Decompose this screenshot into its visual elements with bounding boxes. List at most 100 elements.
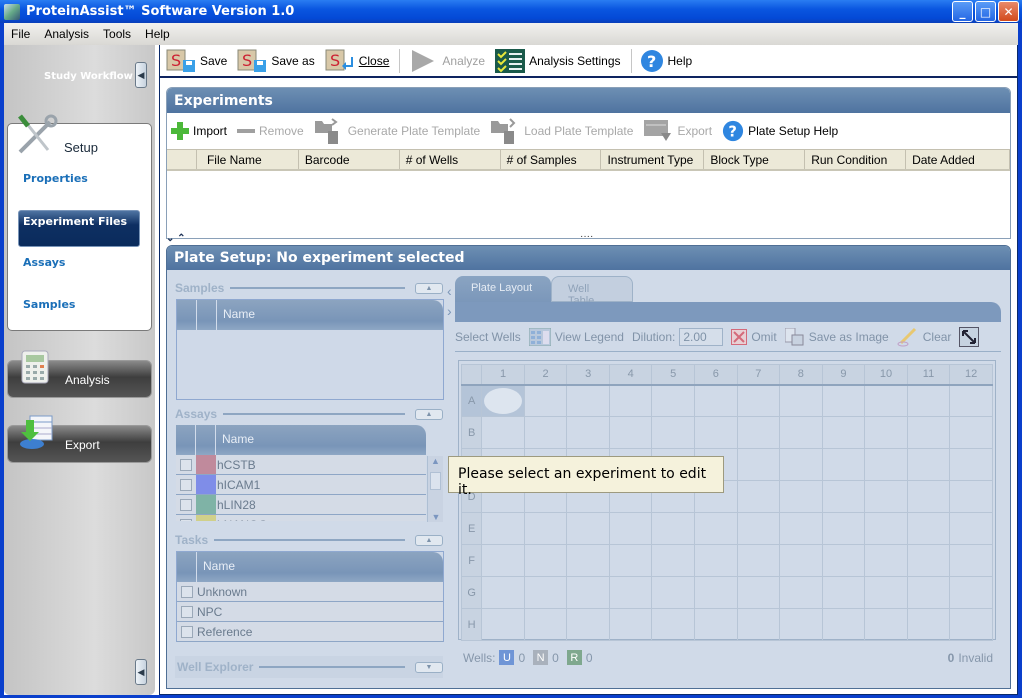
tasks-name-header[interactable]: Name bbox=[197, 552, 241, 582]
well[interactable] bbox=[864, 416, 908, 449]
well[interactable] bbox=[566, 416, 610, 449]
row-header[interactable]: H bbox=[460, 608, 483, 641]
well[interactable] bbox=[694, 384, 738, 417]
collapse-tasks-button[interactable]: ▲ bbox=[415, 534, 443, 546]
scroll-down-icon[interactable]: ▼ bbox=[428, 512, 444, 522]
well[interactable] bbox=[566, 544, 610, 577]
well[interactable] bbox=[651, 576, 695, 609]
well[interactable] bbox=[864, 608, 908, 641]
well[interactable] bbox=[736, 608, 781, 641]
tab-well-table[interactable]: Well Table bbox=[551, 276, 633, 307]
clear-button[interactable]: Clear bbox=[897, 327, 951, 347]
well[interactable] bbox=[949, 480, 993, 513]
sidebar-item-samples[interactable]: Samples bbox=[23, 298, 75, 311]
well[interactable] bbox=[906, 512, 951, 545]
well[interactable] bbox=[821, 576, 866, 609]
well[interactable] bbox=[608, 544, 653, 577]
column-header-run-condition[interactable]: Run Condition bbox=[805, 150, 907, 169]
well[interactable] bbox=[736, 480, 781, 513]
scroll-thumb[interactable] bbox=[430, 472, 441, 490]
column-header-file-name[interactable]: File Name bbox=[197, 150, 299, 169]
well[interactable] bbox=[608, 384, 653, 417]
task-checkbox[interactable] bbox=[181, 625, 193, 638]
sidebar-collapse-bottom-button[interactable]: ◀ bbox=[135, 659, 147, 685]
expand-collapse-arrows-icon[interactable]: ⌄ ⌃ bbox=[166, 233, 186, 244]
column-header-instrument-type[interactable]: Instrument Type bbox=[601, 150, 705, 169]
well[interactable] bbox=[821, 384, 866, 417]
well[interactable] bbox=[608, 512, 653, 545]
well[interactable] bbox=[906, 608, 951, 641]
well[interactable] bbox=[864, 384, 908, 417]
expand-view-button[interactable] bbox=[959, 326, 980, 347]
well[interactable] bbox=[949, 448, 993, 481]
column-header-samples[interactable]: # of Samples bbox=[501, 150, 602, 169]
well[interactable] bbox=[779, 544, 823, 577]
well[interactable] bbox=[736, 544, 781, 577]
well[interactable] bbox=[736, 576, 781, 609]
well[interactable] bbox=[651, 384, 695, 417]
well[interactable] bbox=[481, 512, 525, 545]
well[interactable] bbox=[608, 576, 653, 609]
task-checkbox[interactable] bbox=[181, 605, 193, 618]
column-header[interactable]: 10 bbox=[864, 364, 908, 386]
well[interactable] bbox=[821, 448, 866, 481]
assay-checkbox[interactable] bbox=[180, 518, 192, 521]
well[interactable] bbox=[694, 416, 738, 449]
well[interactable] bbox=[949, 608, 993, 641]
column-header[interactable]: 12 bbox=[949, 364, 993, 386]
well[interactable] bbox=[949, 512, 993, 545]
task-row[interactable]: Reference bbox=[177, 622, 443, 642]
menu-analysis[interactable]: Analysis bbox=[37, 27, 96, 41]
assay-checkbox[interactable] bbox=[180, 498, 192, 511]
close-button[interactable]: S Close bbox=[325, 49, 389, 73]
sidebar-item-experiment-files[interactable]: Experiment Files bbox=[18, 210, 140, 247]
well[interactable] bbox=[481, 608, 525, 641]
help-button[interactable]: ? Help bbox=[640, 49, 692, 73]
well[interactable] bbox=[523, 608, 568, 641]
well[interactable] bbox=[481, 544, 525, 577]
column-header[interactable]: 5 bbox=[651, 364, 695, 386]
panel-splitter[interactable]: ⌄ ⌃ ···· bbox=[166, 231, 1011, 244]
task-row[interactable]: NPC bbox=[177, 602, 443, 622]
well[interactable] bbox=[694, 544, 738, 577]
scroll-up-icon[interactable]: ▲ bbox=[428, 456, 443, 470]
column-header[interactable]: 1 bbox=[481, 364, 525, 386]
well[interactable] bbox=[821, 416, 866, 449]
well[interactable] bbox=[566, 576, 610, 609]
menu-help[interactable]: Help bbox=[138, 27, 177, 41]
well[interactable] bbox=[864, 512, 908, 545]
column-header-block-type[interactable]: Block Type bbox=[704, 150, 806, 169]
well[interactable] bbox=[608, 416, 653, 449]
grid-corner[interactable] bbox=[460, 364, 483, 386]
well[interactable] bbox=[523, 416, 568, 449]
column-header[interactable]: 2 bbox=[523, 364, 568, 386]
sidebar-collapse-button[interactable]: ◀ bbox=[135, 62, 147, 88]
well[interactable] bbox=[779, 480, 823, 513]
well[interactable] bbox=[566, 512, 610, 545]
export-workflow-button[interactable]: Export bbox=[7, 415, 152, 463]
well[interactable] bbox=[608, 608, 653, 641]
load-plate-template-button[interactable]: Load Plate Template bbox=[490, 117, 633, 145]
well[interactable] bbox=[736, 448, 781, 481]
well[interactable] bbox=[779, 576, 823, 609]
column-header[interactable]: 7 bbox=[736, 364, 781, 386]
well[interactable] bbox=[481, 576, 525, 609]
save-as-button[interactable]: S Save as bbox=[237, 49, 315, 73]
well[interactable] bbox=[736, 416, 781, 449]
well[interactable] bbox=[821, 480, 866, 513]
well[interactable] bbox=[651, 416, 695, 449]
well[interactable] bbox=[651, 608, 695, 641]
well[interactable] bbox=[481, 416, 525, 449]
task-checkbox[interactable] bbox=[181, 585, 193, 598]
well[interactable] bbox=[949, 384, 993, 417]
assay-checkbox[interactable] bbox=[180, 458, 192, 471]
well[interactable] bbox=[906, 576, 951, 609]
column-header-wells[interactable]: # of Wells bbox=[400, 150, 501, 169]
select-wells-button[interactable]: Select Wells bbox=[455, 330, 521, 344]
well[interactable] bbox=[906, 448, 951, 481]
collapse-assays-button[interactable]: ▲ bbox=[415, 408, 443, 420]
omit-button[interactable]: Omit bbox=[731, 328, 777, 345]
well[interactable] bbox=[906, 416, 951, 449]
plate-setup-help-button[interactable]: ? Plate Setup Help bbox=[722, 120, 838, 142]
well[interactable] bbox=[906, 480, 951, 513]
